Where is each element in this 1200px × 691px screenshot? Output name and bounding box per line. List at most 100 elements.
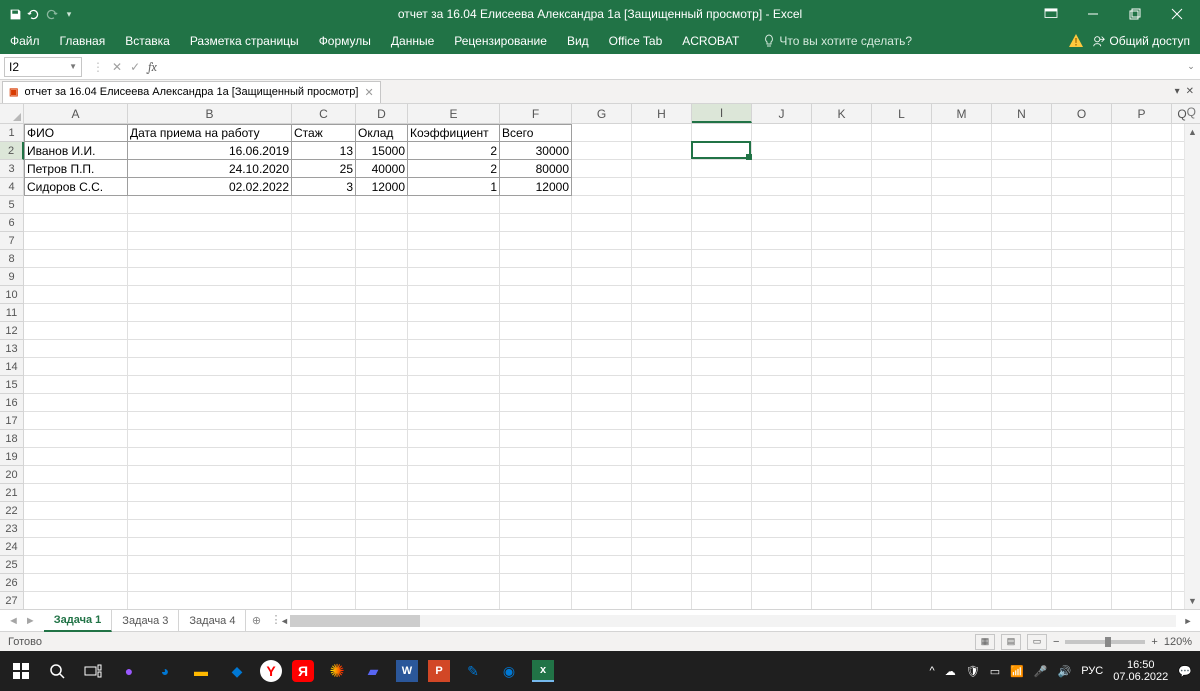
cell-N3[interactable] (992, 160, 1052, 178)
cell-O18[interactable] (1052, 430, 1112, 448)
cell-K10[interactable] (812, 286, 872, 304)
vertical-scrollbar[interactable]: ▲ ▼ (1184, 124, 1200, 609)
cell-C17[interactable] (292, 412, 356, 430)
cell-G5[interactable] (572, 196, 632, 214)
cell-F17[interactable] (500, 412, 572, 430)
cell-J25[interactable] (752, 556, 812, 574)
cell-M15[interactable] (932, 376, 992, 394)
cell-J18[interactable] (752, 430, 812, 448)
cell-O16[interactable] (1052, 394, 1112, 412)
cell-H21[interactable] (632, 484, 692, 502)
taskbar-app-2[interactable]: ◆ (224, 658, 250, 684)
cell-G11[interactable] (572, 304, 632, 322)
cell-P18[interactable] (1112, 430, 1172, 448)
cell-I6[interactable] (692, 214, 752, 232)
select-all-corner[interactable] (0, 104, 24, 123)
cell-H18[interactable] (632, 430, 692, 448)
cell-E22[interactable] (408, 502, 500, 520)
cell-F11[interactable] (500, 304, 572, 322)
cell-P12[interactable] (1112, 322, 1172, 340)
cell-I21[interactable] (692, 484, 752, 502)
cell-A13[interactable] (24, 340, 128, 358)
cell-O19[interactable] (1052, 448, 1112, 466)
cell-E10[interactable] (408, 286, 500, 304)
cell-F25[interactable] (500, 556, 572, 574)
cell-P7[interactable] (1112, 232, 1172, 250)
cell-L26[interactable] (872, 574, 932, 592)
cell-F14[interactable] (500, 358, 572, 376)
cell-L18[interactable] (872, 430, 932, 448)
cell-A20[interactable] (24, 466, 128, 484)
scroll-down-icon[interactable]: ▼ (1185, 593, 1200, 609)
cell-H20[interactable] (632, 466, 692, 484)
tray-clock[interactable]: 16:50 07.06.2022 (1113, 659, 1168, 683)
cell-O26[interactable] (1052, 574, 1112, 592)
cell-D4[interactable]: 12000 (356, 178, 408, 196)
cell-A6[interactable] (24, 214, 128, 232)
cell-C19[interactable] (292, 448, 356, 466)
cell-L7[interactable] (872, 232, 932, 250)
cell-E12[interactable] (408, 322, 500, 340)
cell-I12[interactable] (692, 322, 752, 340)
cell-F19[interactable] (500, 448, 572, 466)
cell-C1[interactable]: Стаж (292, 124, 356, 142)
cell-D1[interactable]: Оклад (356, 124, 408, 142)
cell-H3[interactable] (632, 160, 692, 178)
cell-D24[interactable] (356, 538, 408, 556)
cell-J8[interactable] (752, 250, 812, 268)
cell-A24[interactable] (24, 538, 128, 556)
tab-dropdown-icon[interactable]: ▾ (1175, 86, 1180, 97)
cell-F3[interactable]: 80000 (500, 160, 572, 178)
enter-icon[interactable]: ✓ (130, 60, 140, 74)
cell-E8[interactable] (408, 250, 500, 268)
cell-A19[interactable] (24, 448, 128, 466)
cell-I27[interactable] (692, 592, 752, 609)
cell-K4[interactable] (812, 178, 872, 196)
cell-C3[interactable]: 25 (292, 160, 356, 178)
cell-F20[interactable] (500, 466, 572, 484)
cell-N5[interactable] (992, 196, 1052, 214)
fx-icon[interactable]: fx (148, 60, 166, 74)
cell-E4[interactable]: 1 (408, 178, 500, 196)
cell-H5[interactable] (632, 196, 692, 214)
warning-icon[interactable] (1068, 33, 1084, 49)
cell-D22[interactable] (356, 502, 408, 520)
cell-I23[interactable] (692, 520, 752, 538)
cell-G21[interactable] (572, 484, 632, 502)
cell-J5[interactable] (752, 196, 812, 214)
cell-L17[interactable] (872, 412, 932, 430)
cell-N25[interactable] (992, 556, 1052, 574)
cell-G17[interactable] (572, 412, 632, 430)
cell-G13[interactable] (572, 340, 632, 358)
maximize-button[interactable] (1120, 2, 1150, 26)
cell-C7[interactable] (292, 232, 356, 250)
cell-K21[interactable] (812, 484, 872, 502)
cell-O21[interactable] (1052, 484, 1112, 502)
cell-N19[interactable] (992, 448, 1052, 466)
cell-I22[interactable] (692, 502, 752, 520)
cell-B23[interactable] (128, 520, 292, 538)
cell-A25[interactable] (24, 556, 128, 574)
cell-N23[interactable] (992, 520, 1052, 538)
cell-C18[interactable] (292, 430, 356, 448)
cell-G3[interactable] (572, 160, 632, 178)
cell-K8[interactable] (812, 250, 872, 268)
column-header-B[interactable]: B (128, 104, 292, 123)
row-header-1[interactable]: 1 (0, 124, 24, 142)
cell-A10[interactable] (24, 286, 128, 304)
cell-D14[interactable] (356, 358, 408, 376)
cell-B9[interactable] (128, 268, 292, 286)
cell-B14[interactable] (128, 358, 292, 376)
cell-L19[interactable] (872, 448, 932, 466)
cell-J23[interactable] (752, 520, 812, 538)
cell-G16[interactable] (572, 394, 632, 412)
row-header-26[interactable]: 26 (0, 574, 24, 592)
cell-E2[interactable]: 2 (408, 142, 500, 160)
cell-E23[interactable] (408, 520, 500, 538)
cell-O11[interactable] (1052, 304, 1112, 322)
cell-N21[interactable] (992, 484, 1052, 502)
cell-B11[interactable] (128, 304, 292, 322)
cell-H22[interactable] (632, 502, 692, 520)
cell-B16[interactable] (128, 394, 292, 412)
ribbon-tab-вставка[interactable]: Вставка (115, 28, 180, 54)
